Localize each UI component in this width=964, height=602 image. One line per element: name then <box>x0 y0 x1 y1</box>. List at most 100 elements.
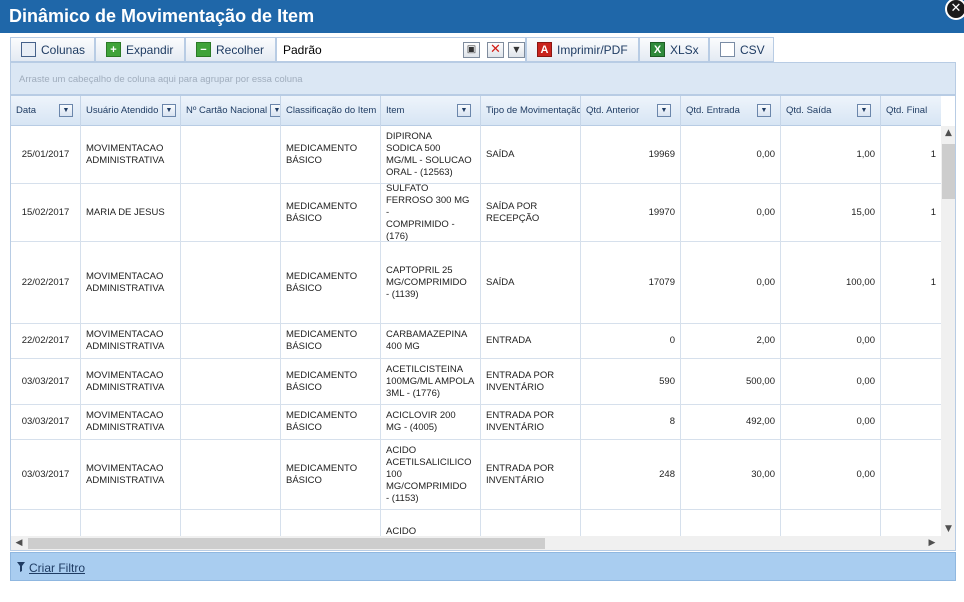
column-header-cartao[interactable]: Nº Cartão Nacional ▼ <box>181 96 281 126</box>
table-row[interactable]: 03/03/2017 MOVIMENTACAO ADMINISTRATIVA M… <box>11 359 941 405</box>
cell-data: 22/02/2017 <box>11 324 81 358</box>
cell-qtd-saida: 0,00 <box>781 359 881 404</box>
plus-icon: + <box>106 42 121 57</box>
collapse-button[interactable]: − Recolher <box>185 37 276 62</box>
filter-bar: Criar Filtro <box>10 552 956 581</box>
column-header-tipo[interactable]: Tipo de Movimentação <box>481 96 581 126</box>
close-button[interactable]: ✕ <box>945 0 964 20</box>
expand-button[interactable]: + Expandir <box>95 37 185 62</box>
cell-qtd-final: 1 <box>930 276 936 288</box>
chevron-down-icon[interactable]: ▼ <box>508 42 525 58</box>
csv-button[interactable]: ≡ CSV <box>709 37 774 62</box>
create-filter-link[interactable]: Criar Filtro <box>17 561 85 575</box>
chevron-down-icon[interactable]: ▼ <box>59 104 73 117</box>
columns-button[interactable]: Colunas <box>10 37 95 62</box>
cell-qtd-anterior: 8 <box>581 405 681 439</box>
chevron-down-icon[interactable]: ▼ <box>857 104 871 117</box>
cell-qtd-final: 1 <box>930 206 936 218</box>
cell-qtd-entrada: 0,00 <box>681 126 781 183</box>
column-header-usuario[interactable]: Usuário Atendido ▼ <box>81 96 181 126</box>
pdf-icon: A <box>537 42 552 57</box>
create-filter-label: Criar Filtro <box>29 561 85 575</box>
column-header-item[interactable]: Item ▼ <box>381 96 481 126</box>
table-row[interactable]: 03/03/2017 MOVIMENTACAO ADMINISTRATIVA M… <box>11 405 941 440</box>
cell-qtd-final <box>881 405 941 439</box>
cell-classificacao: MEDICAMENTO BÁSICO <box>281 324 381 358</box>
vertical-scroll-thumb[interactable] <box>942 144 955 199</box>
column-header-qtd-saida[interactable]: Qtd. Saída ▼ <box>781 96 881 126</box>
column-header-qtd-final[interactable]: Qtd. Final <box>881 96 941 126</box>
layout-select[interactable]: Padrão ▣ ✕ ▼ <box>276 37 526 62</box>
delete-layout-icon[interactable]: ✕ <box>487 42 504 58</box>
chevron-down-icon[interactable]: ▼ <box>270 104 280 117</box>
cell-qtd-final <box>881 440 941 509</box>
cell-usuario: MOVIMENTACAO ADMINISTRATIVA <box>81 440 181 509</box>
xlsx-label: XLSx <box>670 42 699 57</box>
table-row[interactable]: 03/03/2017 MOVIMENTACAO ADMINISTRATIVA M… <box>11 440 941 510</box>
grid-header: Data ▼ Usuário Atendido ▼ Nº Cartão Nacion… <box>11 96 941 126</box>
column-header-data[interactable]: Data ▼ <box>11 96 81 126</box>
chevron-down-icon[interactable]: ▼ <box>757 104 771 117</box>
csv-icon: ≡ <box>720 42 735 57</box>
chevron-down-icon[interactable]: ▼ <box>162 104 176 117</box>
table-row[interactable]: 15/02/2017 MARIA DE JESUS MEDICAMENTO BÁ… <box>11 184 941 242</box>
cell-qtd-entrada: 492,00 <box>681 405 781 439</box>
cell-cartao <box>181 359 281 404</box>
cell-usuario: MOVIMENTACAO ADMINISTRATIVA <box>81 324 181 358</box>
cell-classificacao: MEDICAMENTO BÁSICO <box>281 440 381 509</box>
cell-qtd-anterior: 248 <box>581 440 681 509</box>
column-header-classificacao[interactable]: Classificação do Item <box>281 96 381 126</box>
cell-classificacao: MEDICAMENTO BÁSICO <box>281 242 381 323</box>
xlsx-button[interactable]: X XLSx <box>639 37 709 62</box>
cell-classificacao: MEDICAMENTO BÁSICO <box>281 184 381 241</box>
cell-data: 22/02/2017 <box>11 242 81 323</box>
vertical-scrollbar[interactable]: ▲ ▼ <box>941 126 955 536</box>
cell-qtd-saida: 15,00 <box>781 184 881 241</box>
cell-tipo: ENTRADA POR INVENTÁRIO <box>481 405 581 439</box>
cell-item: DIPIRONA SODICA 500 MG/ML - SOLUCAO ORAL… <box>381 126 481 183</box>
filter-icon <box>17 562 25 572</box>
print-pdf-button[interactable]: A Imprimir/PDF <box>526 37 639 62</box>
horizontal-scrollbar[interactable]: ◀ ▶ <box>11 536 941 550</box>
scroll-right-icon[interactable]: ▶ <box>925 536 939 550</box>
scroll-up-icon[interactable]: ▲ <box>941 126 955 140</box>
group-by-hint: Arraste um cabeçalho de coluna aqui para… <box>19 74 303 85</box>
table-row[interactable]: 22/02/2017 MOVIMENTACAO ADMINISTRATIVA M… <box>11 242 941 324</box>
cell-usuario: MOVIMENTACAO ADMINISTRATIVA <box>81 242 181 323</box>
table-row[interactable]: 25/01/2017 MOVIMENTACAO ADMINISTRATIVA M… <box>11 126 941 184</box>
column-header-qtd-anterior[interactable]: Qtd. Anterior ▼ <box>581 96 681 126</box>
cell-item: ACICLOVIR 200 MG - (4005) <box>381 405 481 439</box>
cell-qtd-entrada: 0,00 <box>681 184 781 241</box>
cell-cartao <box>181 440 281 509</box>
layout-value: Padrão <box>283 43 322 57</box>
save-layout-icon[interactable]: ▣ <box>463 42 480 58</box>
cell-cartao <box>181 405 281 439</box>
cell-tipo: ENTRADA <box>481 324 581 358</box>
cell-qtd-anterior: 590 <box>581 359 681 404</box>
column-header-qtd-entrada[interactable]: Qtd. Entrada ▼ <box>681 96 781 126</box>
cell-qtd-anterior: 0 <box>581 324 681 358</box>
cell-qtd-final <box>881 359 941 404</box>
excel-icon: X <box>650 42 665 57</box>
cell-data: 03/03/2017 <box>11 359 81 404</box>
cell-qtd-anterior: 17079 <box>581 242 681 323</box>
cell-tipo: SAÍDA <box>481 126 581 183</box>
table-row[interactable]: 22/02/2017 MOVIMENTACAO ADMINISTRATIVA M… <box>11 324 941 359</box>
cell-qtd-final: 1 <box>930 148 936 160</box>
columns-label: Colunas <box>41 42 86 57</box>
dialog-title: Dinâmico de Movimentação de Item <box>9 6 315 26</box>
cell-qtd-saida: 0,00 <box>781 440 881 509</box>
cell-usuario: MOVIMENTACAO ADMINISTRATIVA <box>81 126 181 183</box>
expand-label: Expandir <box>126 42 174 57</box>
cell-item: ACIDO ACETILSALICILICO 100 MG/COMPRIMIDO… <box>381 440 481 509</box>
cell-data: 03/03/2017 <box>11 405 81 439</box>
group-by-panel[interactable]: Arraste um cabeçalho de coluna aqui para… <box>10 62 956 95</box>
chevron-down-icon[interactable]: ▼ <box>457 104 471 117</box>
chevron-down-icon[interactable]: ▼ <box>657 104 671 117</box>
cell-item: CAPTOPRIL 25 MG/COMPRIMIDO - (1139) <box>381 242 481 323</box>
cell-tipo: SAÍDA <box>481 242 581 323</box>
horizontal-scroll-thumb[interactable] <box>28 538 545 549</box>
scroll-left-icon[interactable]: ◀ <box>12 536 26 550</box>
scroll-down-icon[interactable]: ▼ <box>941 522 955 536</box>
cell-cartao <box>181 184 281 241</box>
